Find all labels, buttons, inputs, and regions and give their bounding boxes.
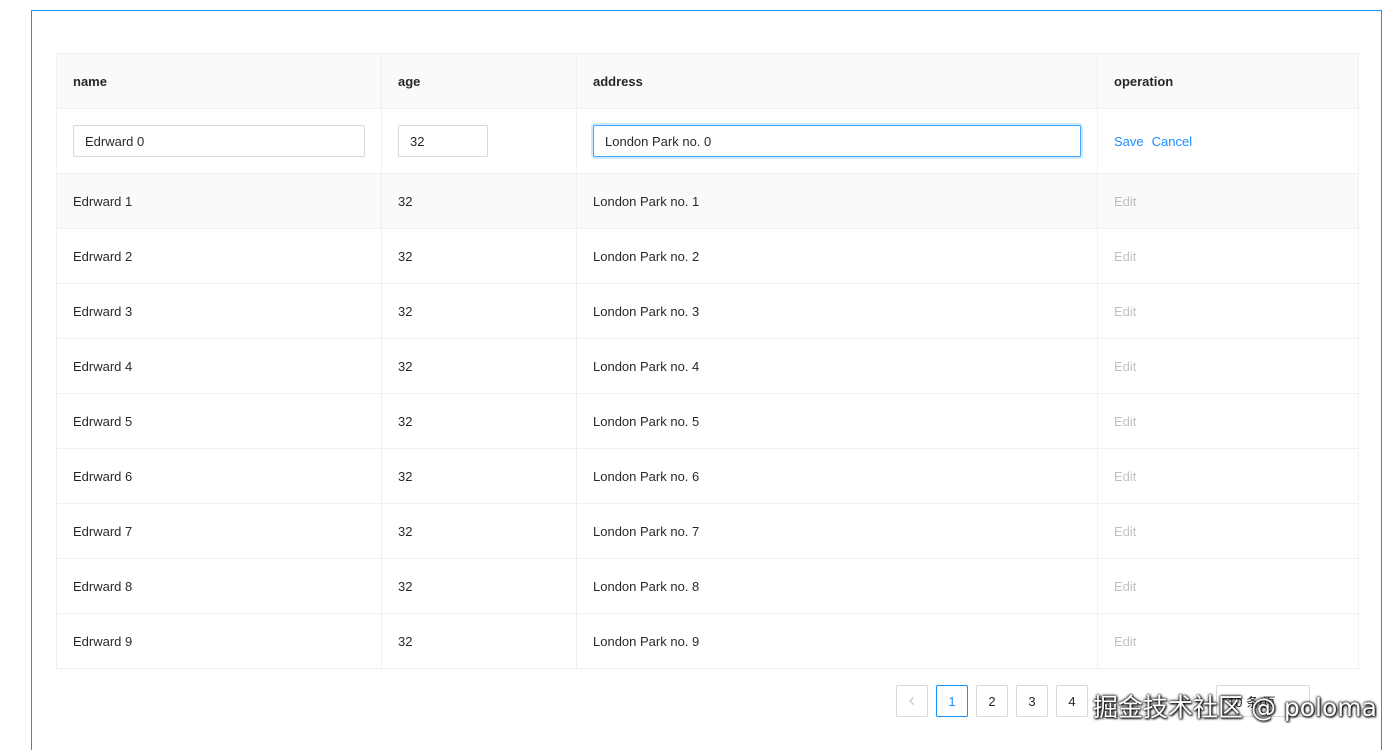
cell-age: 32	[381, 448, 577, 504]
cell-operation: Edit	[1097, 558, 1359, 614]
table-row: Edrward 9 32 London Park no. 9 Edit	[56, 613, 1359, 669]
column-header-age: age	[381, 53, 577, 109]
cell-operation: Edit	[1097, 448, 1359, 504]
pagination-page-2[interactable]: 2	[976, 685, 1008, 717]
edit-link[interactable]: Edit	[1114, 304, 1136, 319]
edit-link[interactable]: Edit	[1114, 469, 1136, 484]
cell-operation: Edit	[1097, 613, 1359, 669]
edit-link[interactable]: Edit	[1114, 414, 1136, 429]
cell-address: London Park no. 7	[576, 503, 1098, 559]
cell-operation: Edit	[1097, 173, 1359, 229]
cell-name: Edrward 1	[56, 173, 382, 229]
table-row: Edrward 4 32 London Park no. 4 Edit	[56, 338, 1359, 394]
pagination-page-4[interactable]: 4	[1056, 685, 1088, 717]
cell-name: Edrward 7	[56, 503, 382, 559]
cell-operation: Edit	[1097, 283, 1359, 339]
cell-age: 32	[381, 283, 577, 339]
watermark: 掘金技术社区 @ poloma	[1093, 693, 1377, 722]
cell-age: 32	[381, 613, 577, 669]
cell-name: Edrward 9	[56, 613, 382, 669]
cell-age: 32	[381, 228, 577, 284]
table-row: Edrward 3 32 London Park no. 3 Edit	[56, 283, 1359, 339]
cell-name: Edrward 6	[56, 448, 382, 504]
cell-address	[576, 108, 1098, 174]
cell-address: London Park no. 8	[576, 558, 1098, 614]
cell-age: 32	[381, 338, 577, 394]
table-row: Edrward 5 32 London Park no. 5 Edit	[56, 393, 1359, 449]
edit-link[interactable]: Edit	[1114, 634, 1136, 649]
cell-address: London Park no. 5	[576, 393, 1098, 449]
cell-operation: Save Cancel	[1097, 108, 1359, 174]
cancel-link[interactable]: Cancel	[1152, 134, 1192, 149]
name-input[interactable]	[73, 125, 365, 157]
column-header-name: name	[56, 53, 382, 109]
cell-age: 32	[381, 393, 577, 449]
cell-address: London Park no. 4	[576, 338, 1098, 394]
cell-operation: Edit	[1097, 393, 1359, 449]
data-table: name age address operation Save Cancel Ed…	[56, 53, 1359, 669]
table-row: Edrward 1 32 London Park no. 1 Edit	[56, 173, 1359, 229]
cell-name: Edrward 5	[56, 393, 382, 449]
edit-link[interactable]: Edit	[1114, 579, 1136, 594]
save-link[interactable]: Save	[1114, 134, 1144, 149]
cell-age	[381, 108, 577, 174]
edit-link[interactable]: Edit	[1114, 194, 1136, 209]
address-input[interactable]	[593, 125, 1081, 157]
cell-age: 32	[381, 503, 577, 559]
table-row: Edrward 2 32 London Park no. 2 Edit	[56, 228, 1359, 284]
cell-age: 32	[381, 173, 577, 229]
column-header-operation: operation	[1097, 53, 1359, 109]
table-header-row: name age address operation	[56, 53, 1359, 109]
edit-link[interactable]: Edit	[1114, 249, 1136, 264]
cell-operation: Edit	[1097, 338, 1359, 394]
column-header-address: address	[576, 53, 1098, 109]
edit-link[interactable]: Edit	[1114, 524, 1136, 539]
cell-name: Edrward 4	[56, 338, 382, 394]
edit-link[interactable]: Edit	[1114, 359, 1136, 374]
table-row: Edrward 6 32 London Park no. 6 Edit	[56, 448, 1359, 504]
table-row-editing: Save Cancel	[56, 108, 1359, 174]
table-row: Edrward 7 32 London Park no. 7 Edit	[56, 503, 1359, 559]
age-input[interactable]	[398, 125, 488, 157]
cell-name	[56, 108, 382, 174]
pagination-prev-button[interactable]	[896, 685, 928, 717]
cell-name: Edrward 8	[56, 558, 382, 614]
cell-operation: Edit	[1097, 228, 1359, 284]
table-row: Edrward 8 32 London Park no. 8 Edit	[56, 558, 1359, 614]
cell-address: London Park no. 1	[576, 173, 1098, 229]
cell-name: Edrward 3	[56, 283, 382, 339]
cell-address: London Park no. 6	[576, 448, 1098, 504]
cell-name: Edrward 2	[56, 228, 382, 284]
cell-address: London Park no. 3	[576, 283, 1098, 339]
pagination-page-1[interactable]: 1	[936, 685, 968, 717]
cell-address: London Park no. 9	[576, 613, 1098, 669]
pagination-page-3[interactable]: 3	[1016, 685, 1048, 717]
cell-age: 32	[381, 558, 577, 614]
cell-address: London Park no. 2	[576, 228, 1098, 284]
chevron-left-icon	[907, 694, 917, 709]
cell-operation: Edit	[1097, 503, 1359, 559]
